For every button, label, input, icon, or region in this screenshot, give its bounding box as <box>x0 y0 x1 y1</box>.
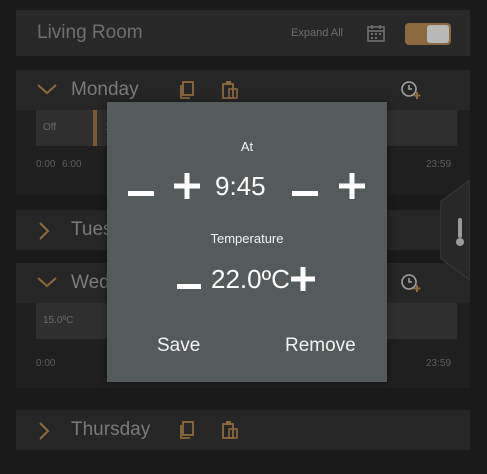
temperature-minus-button[interactable] <box>177 277 201 295</box>
day-name: Thursday <box>71 419 151 440</box>
time-tick: 23:59 <box>426 159 452 170</box>
time-value: 9:45 <box>215 171 266 201</box>
segment-label: 15.0ºC <box>43 315 74 326</box>
room-header: Living Room Expand All <box>16 10 470 56</box>
copy-icon[interactable] <box>178 420 196 445</box>
temperature-label: Temperature <box>210 231 284 246</box>
segment-label: Off <box>43 122 57 133</box>
time-tick: 23:59 <box>426 358 452 369</box>
chevron-right-icon[interactable] <box>36 221 52 246</box>
temperature-plus-button[interactable] <box>291 267 315 296</box>
temperature-side-tab[interactable] <box>439 179 471 281</box>
timer-edit-dialog: At 9:45 Temperature 22.0ºC Save Remove <box>107 102 387 382</box>
calendar-icon[interactable] <box>366 23 386 48</box>
plus-icon <box>184 173 190 199</box>
time-tick: 6:00 <box>62 159 82 170</box>
expand-all-button[interactable]: Expand All <box>291 27 343 39</box>
chevron-down-icon[interactable] <box>36 274 58 295</box>
room-title: Living Room <box>37 22 143 43</box>
time-minute-minus-button[interactable] <box>292 184 318 202</box>
minus-icon <box>177 284 201 289</box>
day-header-thursday[interactable]: Thursday <box>16 410 470 450</box>
chevron-right-icon[interactable] <box>36 421 52 446</box>
temperature-value: 22.0ºC <box>211 264 290 294</box>
paste-icon[interactable] <box>221 420 239 445</box>
time-hour-minus-button[interactable] <box>128 184 154 202</box>
remove-button[interactable]: Remove <box>285 335 356 357</box>
day-name: Monday <box>71 79 139 100</box>
toggle-knob <box>427 25 449 43</box>
save-button[interactable]: Save <box>157 335 200 357</box>
room-enable-toggle[interactable] <box>405 23 451 45</box>
minus-icon <box>128 191 154 196</box>
time-tick: 0:00 <box>36 159 56 170</box>
thermometer-icon <box>458 218 462 238</box>
add-timer-icon[interactable] <box>400 273 422 298</box>
plus-icon <box>300 267 306 291</box>
segment-divider[interactable] <box>93 110 97 146</box>
day-name: Wed <box>71 272 110 293</box>
at-label: At <box>240 139 254 154</box>
chevron-down-icon[interactable] <box>36 81 58 102</box>
plus-icon <box>349 173 355 199</box>
time-tick: 0:00 <box>36 358 56 369</box>
time-minute-plus-button[interactable] <box>339 173 365 204</box>
time-hour-plus-button[interactable] <box>174 173 200 204</box>
add-timer-icon[interactable] <box>400 80 422 105</box>
minus-icon <box>292 191 318 196</box>
